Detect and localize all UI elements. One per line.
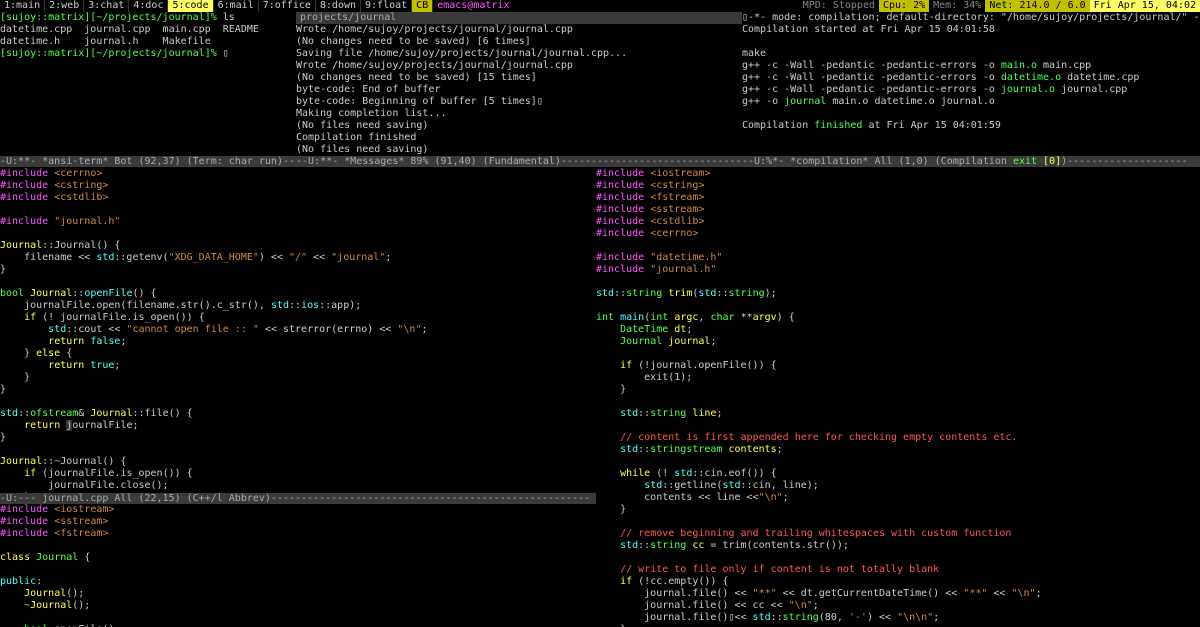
mem-status: Mem: 34% <box>929 0 985 12</box>
messages-title: projects/journal <box>296 12 742 24</box>
tab-float[interactable]: 9:float <box>361 0 412 12</box>
cb-indicator: CB <box>412 0 433 12</box>
tab-web[interactable]: 2:web <box>45 0 84 12</box>
pane-journal-cpp[interactable]: #include <cerrno> #include <cstring> #in… <box>0 168 596 493</box>
cpu-status: Cpu: 2% <box>879 0 929 12</box>
app-title: emacs@matrix <box>433 0 513 12</box>
modeline-compilation: --U:%*- *compilation* All (1,0) (Compila… <box>742 156 1200 167</box>
pane-journal-h[interactable]: #include <iostream> #include <sstream> #… <box>0 504 596 627</box>
tab-code[interactable]: 5:code <box>168 0 213 12</box>
tab-mail[interactable]: 6:mail <box>214 0 259 12</box>
modeline-term: -U:**- *ansi-term* Bot (92,37) (Term: ch… <box>0 156 296 167</box>
modeline-messages: --U:**- *Messages* 89% (91,40) (Fundamen… <box>296 156 742 167</box>
pane-main-cpp[interactable]: #include <iostream> #include <cstring> #… <box>596 168 1200 627</box>
tab-chat[interactable]: 3:chat <box>84 0 129 12</box>
pane-messages[interactable]: projects/journalWrote /home/sujoy/projec… <box>296 12 742 156</box>
tab-main[interactable]: 1:main <box>0 0 45 12</box>
clock: Fri Apr 15, 04:02 <box>1090 0 1200 12</box>
status-right: MPD: Stopped Cpu: 2% Mem: 34% Net: 214.0… <box>799 0 1200 12</box>
tab-down[interactable]: 8:down <box>316 0 361 12</box>
window-tab-bar: 1:main 2:web 3:chat 4:doc 5:code 6:mail … <box>0 0 1200 12</box>
mpd-status: MPD: Stopped <box>799 0 879 12</box>
pane-compilation[interactable]: ▯-*- mode: compilation; default-director… <box>742 12 1200 156</box>
modeline-journal-cpp: -U:--- journal.cpp All (22,15) (C++/l Ab… <box>0 493 596 504</box>
net-status: Net: 214.0 / 6.0 <box>985 0 1089 12</box>
pane-terminal[interactable]: [sujoy::matrix][~/projects/journal]% ls … <box>0 12 296 156</box>
tab-doc[interactable]: 4:doc <box>129 0 168 12</box>
tab-office[interactable]: 7:office <box>259 0 316 12</box>
